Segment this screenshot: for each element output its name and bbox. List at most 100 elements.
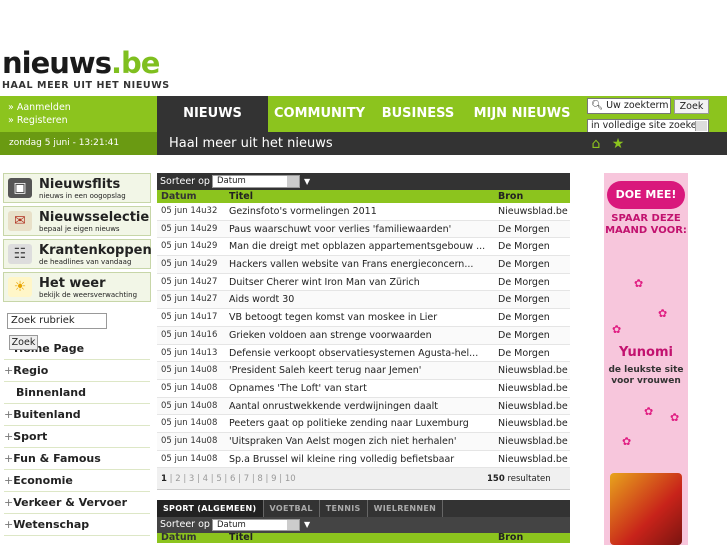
table-row: 05 jun 14u16 Grieken voldoen aan strenge …: [157, 326, 570, 345]
feature-nieuwsselectie[interactable]: ✉ Nieuwsselectie bepaal je eigen nieuws: [3, 206, 151, 236]
table-row: 05 jun 14u29 Hackers vallen website van F…: [157, 256, 570, 274]
sport-sort-bar: Sorteer op Datum ▼: [157, 517, 570, 533]
news-link[interactable]: Sp.a Brussel wil kleine ring volledig be…: [229, 451, 491, 469]
nav-business[interactable]: BUSINESS: [371, 96, 465, 132]
table-row: 05 jun 14u13 Defensie verkoopt observatie…: [157, 345, 570, 363]
sun-cloud-icon: ☀: [8, 277, 32, 297]
dropdown-arrow-icon: [287, 176, 299, 187]
table-row: 05 jun 14u08 Sp.a Brussel wil kleine ring…: [157, 451, 570, 469]
page-link[interactable]: 9: [271, 474, 276, 484]
tab-wielrennen[interactable]: WIELRENNEN: [368, 500, 444, 517]
table-row: 05 jun 14u08 'President Saleh keert terug…: [157, 362, 570, 380]
ad-product-image: [610, 473, 682, 545]
feature-krantenkoppen[interactable]: ☷ Krantenkoppen de headlines van vandaag: [3, 239, 152, 269]
search-scope-select[interactable]: in volledige site zoeke: [587, 119, 709, 133]
news-link[interactable]: Aantal onrustwekkende verdwijningen daal…: [229, 398, 491, 416]
feature-nieuwsflits[interactable]: ▣ Nieuwsflits nieuws in een oogopslag: [3, 173, 151, 203]
table-row: 05 jun 14u32 Gezinsfoto's vormelingen 201…: [157, 203, 570, 221]
page-link[interactable]: 4: [203, 474, 208, 484]
nav-community[interactable]: COMMUNITY: [268, 96, 371, 132]
subheader-icons: ⌂ ★: [587, 136, 627, 152]
logo-tagline: HAAL MEER UIT HET NIEUWS: [2, 80, 170, 91]
news-link[interactable]: Man die dreigt met opblazen appartements…: [229, 238, 491, 256]
search-button[interactable]: Zoek: [674, 99, 709, 114]
tab-sport-algemeen[interactable]: SPORT (ALGEMEEN): [157, 500, 264, 517]
tab-tennis[interactable]: TENNIS: [320, 500, 368, 517]
category-fun-famous[interactable]: +Fun & Famous: [4, 448, 150, 470]
sport-sort-select[interactable]: Datum: [212, 519, 300, 531]
subheader-title: Haal meer uit het nieuws: [169, 136, 333, 151]
category-sport[interactable]: +Sport: [4, 426, 150, 448]
page-link[interactable]: 3: [189, 474, 194, 484]
flower-icon: ✿: [670, 411, 680, 424]
register-link[interactable]: » Registeren: [8, 114, 71, 127]
table-row: 05 jun 14u08 Aantal onrustwekkende verdwi…: [157, 397, 570, 416]
dropdown-arrow-icon: [287, 520, 299, 530]
page-link[interactable]: 6: [230, 474, 235, 484]
news-link[interactable]: Aids wordt 30: [229, 291, 491, 309]
category-binnenland[interactable]: Binnenland: [4, 382, 150, 404]
news-link[interactable]: 'President Saleh keert terug naar Jemen': [229, 362, 491, 380]
page-link[interactable]: 2: [175, 474, 180, 484]
flower-icon: ✿: [644, 405, 654, 418]
table-row: 05 jun 14u27 Duitser Cherer wint Iron Man…: [157, 274, 570, 292]
site-logo[interactable]: nieuws.be HAAL MEER UIT HET NIEUWS: [2, 46, 170, 94]
rubriek-search-input[interactable]: Zoek rubriek: [7, 313, 107, 329]
flower-icon: ✿: [658, 307, 668, 320]
search-icon: 🔍︎: [591, 100, 604, 111]
news-link[interactable]: VB betoogt tegen komst van moskee in Lie…: [229, 309, 491, 327]
table-row: 05 jun 14u29 Paus waarschuwt voor verlies…: [157, 220, 570, 239]
sport-panel: SPORT (ALGEMEEN) VOETBAL TENNIS WIELRENN…: [157, 500, 570, 543]
table-row: 05 jun 14u08 'Uitspraken Van Aelst mogen …: [157, 432, 570, 451]
ad-subtitle: de leukste site voor vrouwen: [608, 365, 684, 386]
search-input[interactable]: 🔍︎ Uw zoekterm: [587, 98, 671, 114]
page-link[interactable]: 8: [257, 474, 262, 484]
user-links: » Aanmelden » Registeren: [8, 101, 71, 127]
current-datetime: zondag 5 juni - 13:21:41: [0, 132, 157, 155]
sort-direction-icon[interactable]: ▼: [304, 173, 310, 190]
page-link[interactable]: 5: [216, 474, 221, 484]
page-link[interactable]: 10: [285, 474, 296, 484]
newspaper-icon: ☷: [8, 244, 32, 264]
star-icon[interactable]: ★: [609, 136, 627, 152]
envelope-icon: ✉: [8, 211, 32, 231]
sport-table-header: Datum Titel Bron: [157, 533, 570, 543]
ad-badge: DOE MEE!: [607, 181, 685, 209]
news-link[interactable]: Duitser Cherer wint Iron Man van Zürich: [229, 274, 491, 292]
news-link[interactable]: Defensie verkoopt observatiesystemen Agu…: [229, 345, 491, 363]
category-wetenschap[interactable]: +Wetenschap: [4, 514, 150, 536]
table-row: 05 jun 14u08 Peeters gaat op politieke ze…: [157, 415, 570, 433]
rubriek-search-button[interactable]: Zoek: [9, 335, 38, 350]
category-regio[interactable]: +Regio: [4, 360, 150, 382]
category-verkeer-vervoer[interactable]: +Verkeer & Vervoer: [4, 492, 150, 514]
page-link[interactable]: 1: [161, 474, 167, 484]
tab-voetbal[interactable]: VOETBAL: [264, 500, 320, 517]
news-link[interactable]: Paus waarschuwt voor verlies 'familiewaa…: [229, 221, 491, 239]
category-buitenland[interactable]: +Buitenland: [4, 404, 150, 426]
news-panel: Sorteer op Datum ▼ Datum Titel Bron 05 j…: [157, 173, 570, 491]
news-rows: 05 jun 14u32 Gezinsfoto's vormelingen 201…: [157, 203, 570, 469]
flower-icon: ✿: [634, 277, 644, 290]
feature-het-weer[interactable]: ☀ Het weer bekijk de weersverwachting: [3, 272, 151, 302]
dropdown-arrow-icon: [695, 121, 707, 131]
nav-mijn-nieuws[interactable]: MIJN NIEUWS: [465, 96, 579, 132]
ad-brand: Yunomi: [619, 345, 673, 360]
page-link[interactable]: 7: [244, 474, 249, 484]
logo-wordmark: nieuws.be: [2, 46, 160, 80]
nav-nieuws[interactable]: NIEUWS: [157, 96, 268, 132]
sort-direction-icon[interactable]: ▼: [304, 517, 310, 533]
table-row: 05 jun 14u29 Man die dreigt met opblazen …: [157, 238, 570, 257]
sort-select[interactable]: Datum: [212, 175, 300, 188]
news-link[interactable]: Peeters gaat op politieke zending naar L…: [229, 415, 491, 433]
news-link[interactable]: Opnames 'The Loft' van start: [229, 380, 491, 398]
category-economie[interactable]: +Economie: [4, 470, 150, 492]
flower-icon: ✿: [622, 435, 632, 448]
news-link[interactable]: Hackers vallen website van Frans energie…: [229, 256, 491, 274]
login-link[interactable]: » Aanmelden: [8, 101, 71, 114]
news-link[interactable]: Grieken voldoen aan strenge voorwaarden: [229, 327, 491, 345]
sport-tabs: SPORT (ALGEMEEN) VOETBAL TENNIS WIELRENN…: [157, 500, 570, 517]
news-link[interactable]: Gezinsfoto's vormelingen 2011: [229, 203, 491, 221]
news-link[interactable]: 'Uitspraken Van Aelst mogen zich niet he…: [229, 433, 491, 451]
home-icon[interactable]: ⌂: [587, 136, 605, 152]
ad-banner[interactable]: DOE MEE! SPAAR DEZE MAAND VOOR: ✿ ✿ ✿ Yu…: [604, 173, 688, 545]
